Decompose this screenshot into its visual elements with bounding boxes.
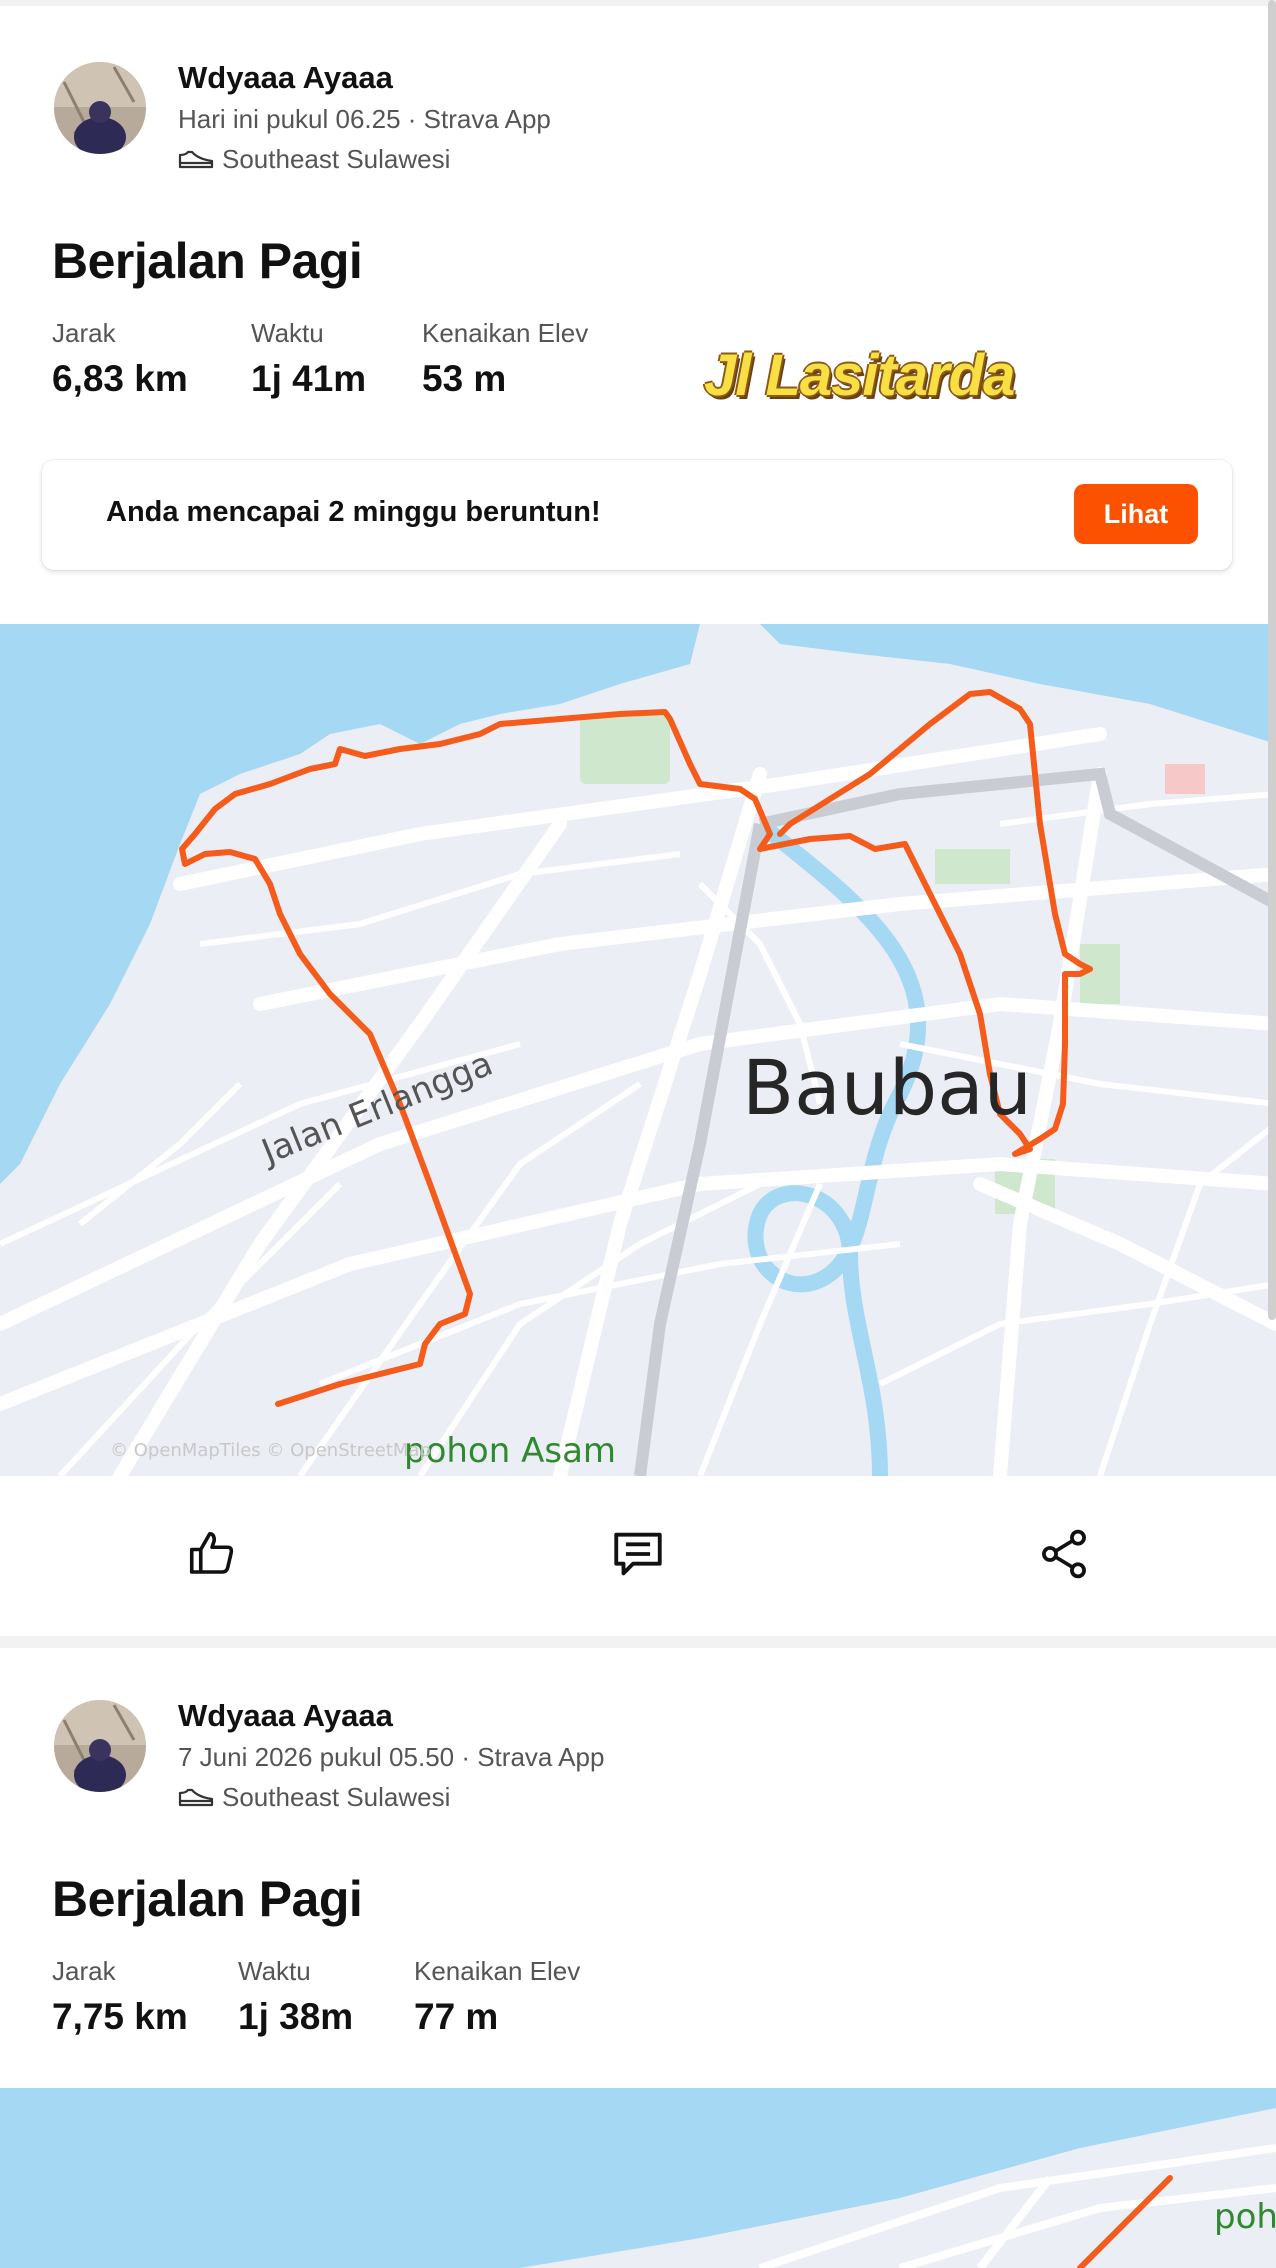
streak-text: Anda mencapai 2 minggu beruntun! [106, 496, 601, 528]
stat-value-elevation: 53 m [422, 358, 507, 399]
like-icon [185, 1527, 239, 1586]
location-label: Southeast Sulawesi [222, 1782, 451, 1812]
activity-location: Southeast Sulawesi [178, 1782, 450, 1813]
activity-card[interactable]: Wdyaaa Ayaaa Hari ini pukul 06.25 · Stra… [0, 6, 1276, 1636]
shoe-icon [178, 1787, 214, 1809]
location-label: Southeast Sulawesi [222, 144, 451, 174]
avatar[interactable] [54, 62, 146, 154]
activity-timestamp: Hari ini pukul 06.25 · Strava App [178, 104, 551, 134]
action-bar [0, 1486, 1276, 1626]
stat-value-distance: 7,75 km [52, 1996, 188, 2037]
share-button[interactable] [1028, 1520, 1100, 1592]
activity-card[interactable]: Wdyaaa Ayaaa 7 Juni 2026 pukul 05.50 · S… [0, 1648, 1276, 2268]
map-city-label: Baubau [742, 1043, 1032, 1132]
stat-value-elevation: 77 m [414, 1996, 499, 2037]
activity-title[interactable]: Berjalan Pagi [52, 1870, 363, 1928]
activity-location: Southeast Sulawesi [178, 144, 450, 175]
route-map[interactable]: Baubau Jalan Erlangga pohon Asam © OpenM… [0, 624, 1276, 1476]
view-streak-button[interactable]: Lihat [1074, 484, 1198, 544]
stat-label-time: Waktu [238, 1956, 311, 1986]
stat-label-distance: Jarak [52, 1956, 116, 1986]
athlete-name[interactable]: Wdyaaa Ayaaa [178, 60, 393, 96]
athlete-name[interactable]: Wdyaaa Ayaaa [178, 1698, 393, 1734]
share-icon [1036, 1526, 1092, 1587]
shoe-icon [178, 149, 214, 171]
like-button[interactable] [176, 1520, 248, 1592]
stat-label-elevation: Kenaikan Elev [422, 318, 589, 348]
map-place-label: poh [1214, 2197, 1276, 2237]
stat-value-time: 1j 41m [251, 358, 367, 399]
activity-timestamp: 7 Juni 2026 pukul 05.50 · Strava App [178, 1742, 605, 1772]
stat-value-time: 1j 38m [238, 1996, 354, 2037]
location-sticker: Jl Lasitarda [704, 343, 1015, 408]
map-attribution: © OpenMapTiles © OpenStreetMap [110, 1440, 431, 1461]
avatar[interactable] [54, 1700, 146, 1792]
stat-label-distance: Jarak [52, 318, 116, 348]
stat-value-distance: 6,83 km [52, 358, 188, 399]
map-place-label: pohon Asam [404, 1431, 616, 1471]
comment-icon [609, 1525, 667, 1588]
streak-banner: Anda mencapai 2 minggu beruntun! Lihat [42, 460, 1232, 570]
comment-button[interactable] [602, 1520, 674, 1592]
route-map[interactable]: poh [0, 2088, 1276, 2268]
activity-feed[interactable]: Wdyaaa Ayaaa Hari ini pukul 06.25 · Stra… [0, 0, 1276, 2268]
stat-label-elevation: Kenaikan Elev [414, 1956, 581, 1986]
activity-title[interactable]: Berjalan Pagi [52, 232, 363, 290]
scrollbar[interactable] [1268, 0, 1276, 1320]
stat-label-time: Waktu [251, 318, 324, 348]
